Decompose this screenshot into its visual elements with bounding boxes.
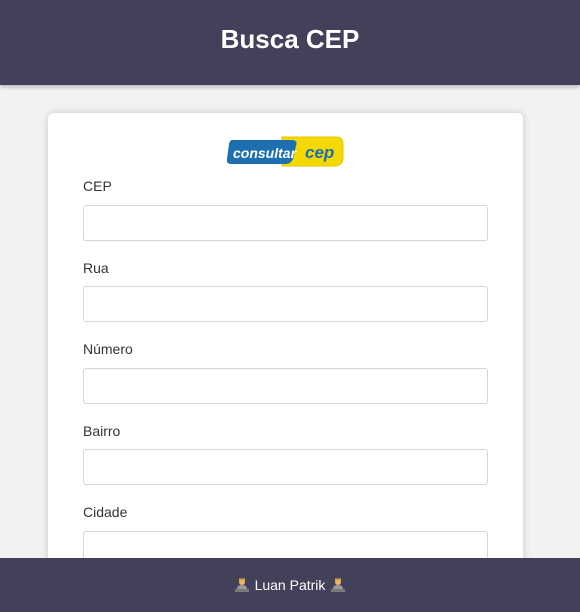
- cep-label: CEP: [83, 178, 112, 194]
- consultar-cep-logo: consultar cep: [226, 136, 344, 167]
- bairro-label: Bairro: [83, 423, 121, 439]
- svg-text:cep: cep: [305, 143, 334, 162]
- numero-label: Número: [83, 341, 133, 357]
- cidade-label: Cidade: [83, 504, 128, 520]
- rua-input[interactable]: [83, 286, 488, 322]
- rua-label: Rua: [83, 260, 109, 276]
- footer-bar: Luan Patrik: [0, 558, 580, 612]
- search-form-card: consultar cep CEP Rua Número Bairro Cida…: [48, 113, 523, 612]
- bairro-input[interactable]: [83, 449, 488, 485]
- svg-text:consultar: consultar: [233, 145, 298, 161]
- top-bar: Busca CEP: [0, 0, 580, 85]
- page-title: Busca CEP: [220, 24, 360, 54]
- user-icon: [234, 578, 249, 592]
- numero-input[interactable]: [83, 368, 488, 404]
- cep-input[interactable]: [83, 205, 488, 241]
- user-icon: [331, 578, 346, 592]
- author-name: Luan Patrik: [254, 577, 326, 593]
